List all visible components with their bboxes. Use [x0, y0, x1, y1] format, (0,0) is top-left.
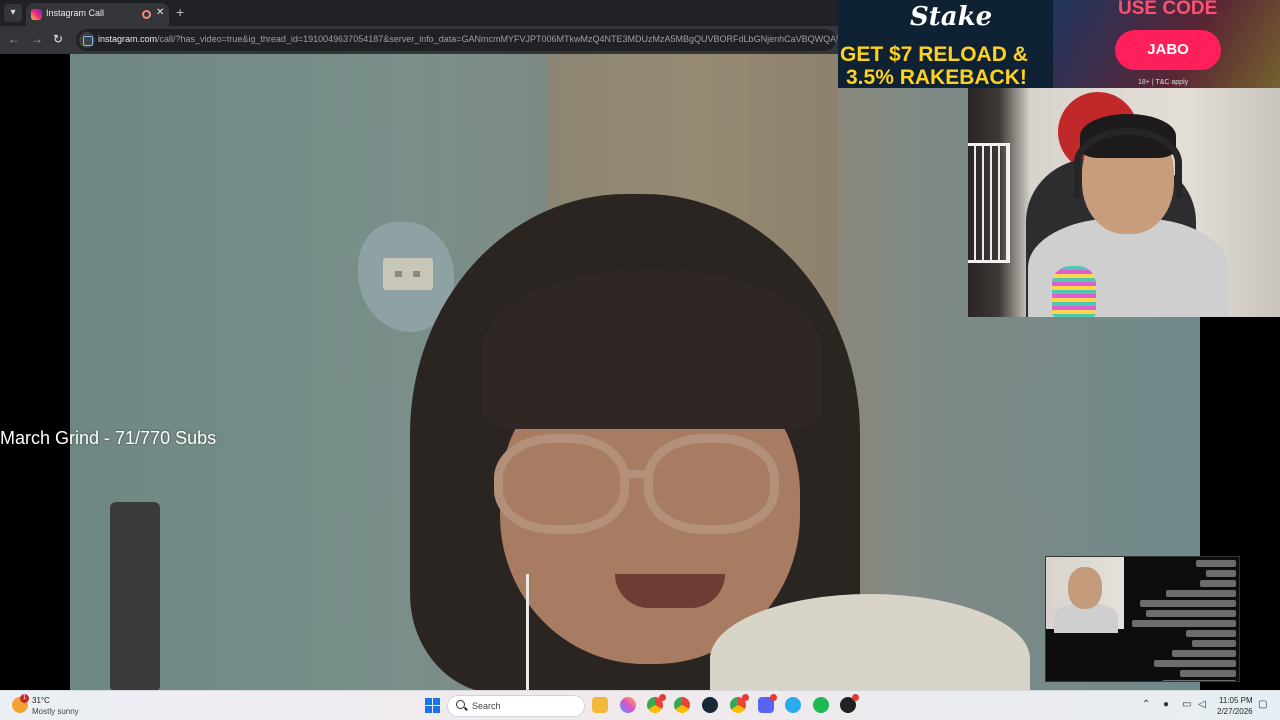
copilot-icon[interactable] — [620, 697, 636, 713]
chrome-icon[interactable] — [647, 694, 666, 713]
promo-line-2: 3.5% RAKEBACK! — [846, 66, 1027, 88]
chat-line — [1206, 570, 1236, 577]
windows-taskbar: 1 31°C Mostly sunny Search ⌃ ● ▭ ◁ 11:05… — [0, 690, 1280, 720]
caller-smile — [615, 574, 725, 608]
promo-code-badge: JABO — [1115, 30, 1221, 70]
weather-temperature[interactable]: 31°C — [32, 696, 50, 705]
back-icon[interactable]: ← — [8, 32, 20, 46]
discord-icon[interactable] — [758, 694, 777, 713]
chat-line — [1166, 590, 1236, 597]
display-icon[interactable]: ▭ — [1182, 699, 1191, 710]
chat-line — [1132, 620, 1236, 627]
url-host: instagram.com — [98, 34, 158, 44]
file-explorer-icon[interactable] — [592, 697, 608, 713]
notification-icon[interactable]: ▢ — [1258, 699, 1267, 710]
background-object — [110, 502, 160, 690]
url-path: /call/?has_video=true&ig_thread_id=19100… — [157, 34, 856, 44]
preview-chat — [1128, 557, 1239, 681]
sub-goal-text: March Grind - 71/770 Subs — [0, 428, 217, 448]
tab-search-button[interactable]: ▾ — [4, 4, 22, 22]
obs-icon[interactable] — [840, 694, 859, 713]
volume-icon[interactable]: ◁ — [1198, 699, 1206, 710]
clock-time[interactable]: 11:05 PM — [1219, 696, 1253, 705]
preview-head — [1068, 567, 1102, 609]
recording-indicator-icon — [142, 10, 151, 19]
search-icon — [456, 700, 465, 709]
site-info-icon[interactable] — [79, 32, 95, 48]
new-tab-button[interactable]: + — [176, 4, 184, 20]
url-text: instagram.com/call/?has_video=true&ig_th… — [98, 34, 856, 44]
stream-preview — [1045, 556, 1240, 682]
spotify-icon[interactable] — [813, 697, 829, 713]
chat-line — [1200, 580, 1236, 587]
close-tab-button[interactable]: ✕ — [156, 7, 164, 18]
streamer-webcam — [968, 88, 1280, 317]
chat-line — [1196, 560, 1236, 567]
rgb-lamp — [1052, 266, 1096, 317]
microphone-icon[interactable]: ● — [1163, 699, 1169, 710]
banner-left-panel: Stake GET $7 RELOAD & 3.5% RAKEBACK! — [838, 0, 1053, 88]
taskbar-search[interactable]: Search — [447, 695, 585, 717]
glasses-lens-left — [494, 434, 629, 534]
chat-line — [1154, 660, 1236, 667]
steam-icon[interactable] — [702, 697, 718, 713]
weather-condition[interactable]: Mostly sunny — [32, 707, 79, 716]
instagram-icon — [31, 9, 42, 20]
chat-line — [1180, 670, 1236, 677]
chat-line — [1140, 600, 1236, 607]
chrome-alt-icon[interactable] — [730, 694, 749, 713]
caller-glasses — [494, 434, 794, 544]
address-bar[interactable]: instagram.com/call/?has_video=true&ig_th… — [76, 29, 856, 51]
earbud-wire — [526, 574, 529, 690]
chevron-up-icon[interactable]: ⌃ — [1142, 699, 1150, 710]
tab-title: Instagram Call — [46, 8, 105, 18]
start-button[interactable] — [425, 698, 440, 713]
use-code-label: USE CODE — [1118, 0, 1218, 19]
chat-line — [1146, 610, 1236, 617]
clock-date[interactable]: 2/27/2026 — [1217, 707, 1253, 716]
weather-alert-badge: 1 — [20, 694, 29, 703]
chat-line — [1186, 630, 1236, 637]
promo-line-1: GET $7 RELOAD & — [840, 43, 1028, 66]
baby-gate — [968, 143, 1010, 263]
tab-instagram-call[interactable]: Instagram Call ✕ — [26, 3, 169, 26]
browser-toolbar: ← → ↻ instagram.com/call/?has_video=true… — [0, 26, 856, 54]
headset-icon — [1074, 128, 1182, 198]
wall-switch — [383, 258, 433, 290]
glasses-lens-right — [644, 434, 779, 534]
stake-logo: Stake — [910, 2, 993, 32]
chrome-profile-icon[interactable] — [674, 697, 690, 713]
forward-icon[interactable]: → — [31, 32, 43, 46]
terms-text: 18+ | T&C apply — [1138, 79, 1189, 86]
chat-line — [1162, 680, 1236, 681]
reload-icon[interactable]: ↻ — [53, 32, 63, 46]
search-placeholder: Search — [472, 701, 501, 711]
chat-line — [1172, 650, 1236, 657]
chat-line — [1192, 640, 1236, 647]
sponsor-banner: Stake GET $7 RELOAD & 3.5% RAKEBACK! USE… — [838, 0, 1280, 88]
caller-bangs — [482, 269, 822, 429]
telegram-icon[interactable] — [785, 697, 801, 713]
preview-webcam — [1046, 557, 1124, 633]
browser-tab-bar: ▾ Instagram Call ✕ + — [0, 0, 838, 26]
